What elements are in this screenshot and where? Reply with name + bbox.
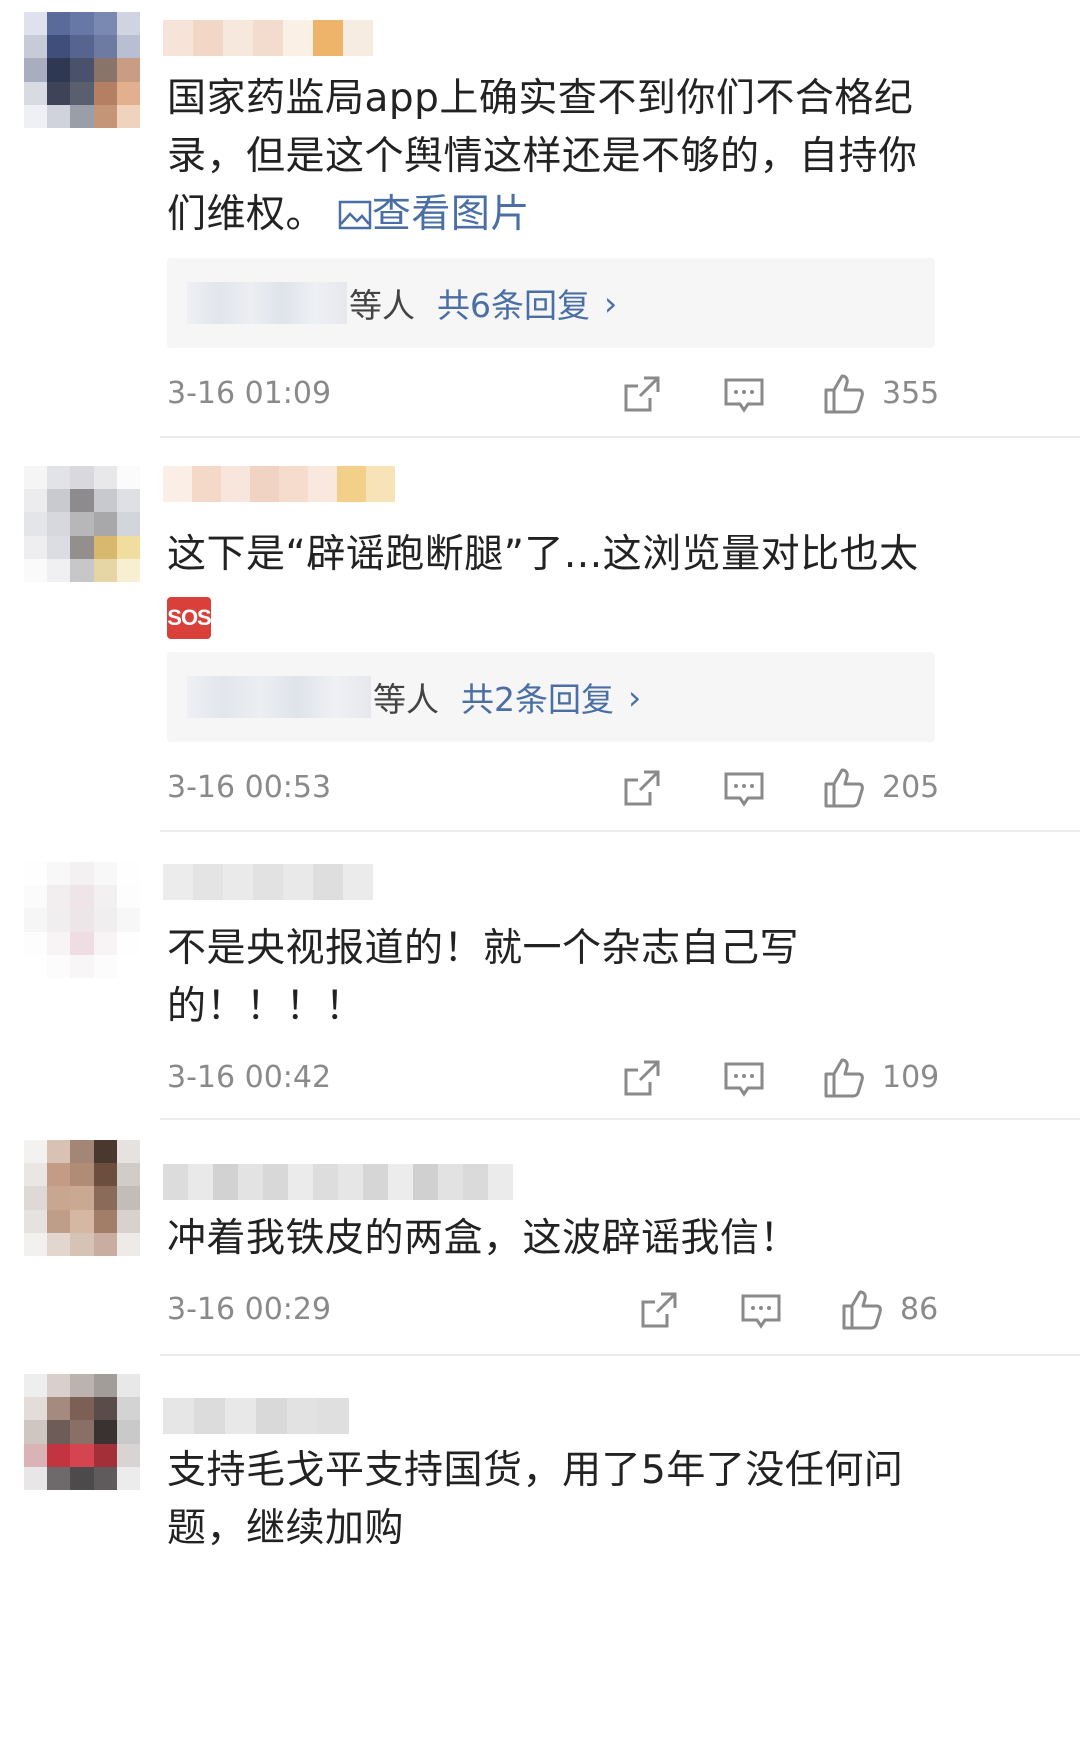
reply-summary[interactable]: 等人 共6条回复 ›: [167, 258, 935, 348]
comment-text: 冲着我铁皮的两盒，这波辟谣我信！: [167, 1216, 800, 1261]
thumbs-up-icon[interactable]: [840, 1288, 884, 1332]
share-icon[interactable]: [620, 1056, 664, 1100]
username-blurred[interactable]: [163, 1164, 513, 1200]
avatar[interactable]: [24, 862, 140, 978]
avatar[interactable]: [24, 1140, 140, 1256]
avatar[interactable]: [24, 466, 140, 582]
view-image-label[interactable]: 查看图片: [372, 192, 530, 237]
comment-time: 3-16 01:09: [167, 376, 332, 411]
comment-meta: 3-16 01:09 355: [167, 372, 940, 422]
comment-text: 支持毛戈平支持国货，用了5年了没任何问题，继续加购: [167, 1448, 904, 1551]
like-count: 355: [882, 376, 940, 411]
share-icon[interactable]: [637, 1288, 681, 1332]
reply-total-link[interactable]: 共2条回复: [461, 673, 614, 721]
chevron-right-icon: ›: [628, 677, 642, 717]
comment-text: 国家药监局app上确实查不到你们不合格纪录，但是这个舆情这样还是不够的，自持你们…: [167, 76, 918, 237]
thumbs-up-icon[interactable]: [822, 766, 866, 810]
username-blurred[interactable]: [163, 20, 373, 56]
reply-total-link[interactable]: 共6条回复: [437, 279, 590, 327]
avatar[interactable]: [24, 1374, 140, 1490]
comment-meta: 3-16 00:42 109: [167, 1056, 940, 1106]
like-count: 205: [882, 770, 940, 805]
comment-time: 3-16 00:53: [167, 770, 332, 805]
comment-icon[interactable]: [722, 1056, 766, 1100]
comment-icon[interactable]: [739, 1288, 783, 1332]
reply-summary[interactable]: 等人 共2条回复 ›: [167, 652, 935, 742]
divider: [160, 830, 1080, 832]
sos-emoji: SOS: [167, 597, 212, 639]
chevron-right-icon: ›: [604, 283, 618, 323]
share-icon[interactable]: [620, 766, 664, 810]
comment-meta: 3-16 00:53 205: [167, 766, 940, 816]
comment-text: 不是央视报道的！就一个杂志自己写的！！！！: [167, 926, 800, 1029]
username-blurred[interactable]: [163, 466, 395, 502]
comment-meta: 3-16 00:29 86: [167, 1288, 939, 1338]
share-icon[interactable]: [620, 372, 664, 416]
like-count: 86: [900, 1292, 939, 1327]
like-count: 109: [882, 1060, 940, 1095]
thumbs-up-icon[interactable]: [822, 1056, 866, 1100]
divider: [160, 1118, 1080, 1120]
reply-who: 等人: [373, 680, 439, 719]
avatar[interactable]: [24, 12, 140, 128]
image-icon: [338, 200, 372, 230]
comment-time: 3-16 00:29: [167, 1292, 332, 1327]
username-blurred[interactable]: [163, 1398, 349, 1434]
divider: [160, 1354, 1080, 1356]
divider: [160, 436, 1080, 438]
comment-time: 3-16 00:42: [167, 1060, 332, 1095]
username-blurred[interactable]: [163, 864, 373, 900]
comment-icon[interactable]: [722, 766, 766, 810]
thumbs-up-icon[interactable]: [822, 372, 866, 416]
view-image-link[interactable]: 查看图片: [338, 192, 530, 237]
comment-text: 这下是“辟谣跑断腿”了...这浏览量对比也太 SOS: [167, 526, 947, 642]
reply-users-blurred: [187, 282, 347, 324]
comment-icon[interactable]: [722, 372, 766, 416]
reply-users-blurred: [187, 676, 371, 718]
reply-who: 等人: [349, 286, 415, 325]
